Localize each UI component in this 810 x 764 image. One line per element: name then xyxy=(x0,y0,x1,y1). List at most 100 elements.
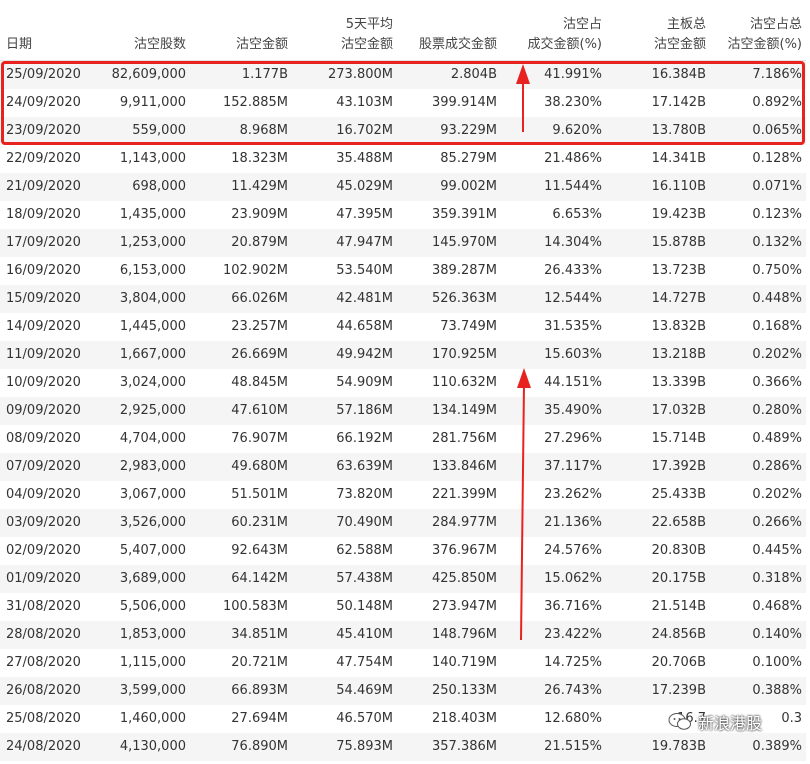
cell-5day-avg: 66.192M xyxy=(336,431,393,446)
table-row: 04/09/2020 3,067,000 51.501M 73.820M 221.399… xyxy=(0,481,806,509)
cell-5day-avg: 50.148M xyxy=(336,599,393,614)
cell-5day-avg: 45.410M xyxy=(336,627,393,642)
cell-turnover: 110.632M xyxy=(432,375,497,390)
cell-short-ratio: 36.716% xyxy=(544,599,602,614)
cell-board-amount: 17.392B xyxy=(651,459,706,474)
cell-turnover: 2.804B xyxy=(450,67,497,82)
cell-short-shares: 1,115,000 xyxy=(119,655,186,670)
cell-board-amount: 19.783B xyxy=(651,739,706,754)
cell-board-ratio: 0.445% xyxy=(752,543,802,558)
cell-short-shares: 4,130,000 xyxy=(119,739,186,754)
cell-date: 14/09/2020 xyxy=(6,319,81,334)
cell-short-shares: 3,024,000 xyxy=(119,375,186,390)
cell-board-amount: 17.239B xyxy=(651,683,706,698)
cell-5day-avg: 35.488M xyxy=(336,151,393,166)
cell-board-amount: 15.714B xyxy=(651,431,706,446)
cell-5day-avg: 63.639M xyxy=(336,459,393,474)
cell-short-amount: 102.902M xyxy=(223,263,288,278)
cell-date: 31/08/2020 xyxy=(6,599,81,614)
cell-short-amount: 27.694M xyxy=(231,711,288,726)
cell-board-ratio: 0.123% xyxy=(752,207,802,222)
cell-board-ratio: 0.128% xyxy=(752,151,802,166)
cell-turnover: 170.925M xyxy=(432,347,497,362)
cell-turnover: 133.846M xyxy=(432,459,497,474)
table-row: 17/09/2020 1,253,000 20.879M 47.947M 145.970… xyxy=(0,229,806,257)
cell-short-amount: 64.142M xyxy=(231,571,288,586)
cell-5day-avg: 57.186M xyxy=(336,403,393,418)
table-row: 14/09/2020 1,445,000 23.257M 44.658M 73.749M… xyxy=(0,313,806,341)
table-header: 日期 沽空股数 沽空金额 5天平均 沽空金额 股票成交金额 沽空占 成交金额(%) … xyxy=(0,0,806,61)
cell-short-ratio: 21.136% xyxy=(544,515,602,530)
cell-date: 26/08/2020 xyxy=(6,683,81,698)
cell-short-ratio: 41.991% xyxy=(544,67,602,82)
cell-board-amount: 17.142B xyxy=(651,95,706,110)
header-short-ratio: 沽空占 成交金额(%) xyxy=(527,17,603,52)
cell-short-shares: 1,253,000 xyxy=(119,235,186,250)
cell-short-ratio: 26.743% xyxy=(544,683,602,698)
cell-5day-avg: 54.909M xyxy=(336,375,393,390)
table-row: 07/09/2020 2,983,000 49.680M 63.639M 133.846… xyxy=(0,453,806,481)
cell-board-amount: 20.175B xyxy=(651,571,706,586)
cell-short-amount: 20.879M xyxy=(231,235,288,250)
cell-short-shares: 698,000 xyxy=(132,179,186,194)
cell-short-amount: 92.643M xyxy=(231,543,288,558)
table-row: 15/09/2020 3,804,000 66.026M 42.481M 526.363… xyxy=(0,285,806,313)
short-selling-table: 日期 沽空股数 沽空金额 5天平均 沽空金额 股票成交金额 沽空占 成交金额(%) … xyxy=(0,0,806,761)
cell-turnover: 221.399M xyxy=(432,487,497,502)
cell-5day-avg: 43.103M xyxy=(336,95,393,110)
cell-short-ratio: 21.486% xyxy=(544,151,602,166)
cell-date: 24/09/2020 xyxy=(6,95,81,110)
cell-date: 07/09/2020 xyxy=(6,459,81,474)
cell-short-ratio: 12.680% xyxy=(544,711,602,726)
cell-turnover: 250.133M xyxy=(432,683,497,698)
cell-board-ratio: 0.892% xyxy=(752,95,802,110)
cell-board-amount: 24.856B xyxy=(651,627,706,642)
cell-5day-avg: 273.800M xyxy=(328,67,393,82)
cell-date: 03/09/2020 xyxy=(6,515,81,530)
table-row: 18/09/2020 1,435,000 23.909M 47.395M 359.391… xyxy=(0,201,806,229)
cell-short-shares: 3,804,000 xyxy=(119,291,186,306)
table-row: 31/08/2020 5,506,000 100.583M 50.148M 273.94… xyxy=(0,593,806,621)
header-turnover: 股票成交金额 xyxy=(418,37,497,52)
cell-short-shares: 559,000 xyxy=(132,123,186,138)
cell-date: 18/09/2020 xyxy=(6,207,81,222)
table-row: 11/09/2020 1,667,000 26.669M 49.942M 170.925… xyxy=(0,341,806,369)
cell-date: 02/09/2020 xyxy=(6,543,81,558)
cell-board-ratio: 0.318% xyxy=(752,571,802,586)
table-row: 01/09/2020 3,689,000 64.142M 57.438M 425.850… xyxy=(0,565,806,593)
cell-short-shares: 1,435,000 xyxy=(119,207,186,222)
cell-board-amount: 25.433B xyxy=(651,487,706,502)
cell-short-ratio: 9.620% xyxy=(552,123,602,138)
cell-short-ratio: 26.433% xyxy=(544,263,602,278)
cell-short-amount: 51.501M xyxy=(231,487,288,502)
cell-board-amount: 14.727B xyxy=(651,291,706,306)
cell-board-amount: 22.658B xyxy=(651,515,706,530)
cell-turnover: 425.850M xyxy=(432,571,497,586)
cell-board-ratio: 0.266% xyxy=(752,515,802,530)
cell-5day-avg: 47.947M xyxy=(336,235,393,250)
table-row: 24/08/2020 4,130,000 76.890M 75.893M 357.386… xyxy=(0,733,806,761)
cell-board-amount: 16.110B xyxy=(651,179,706,194)
header-short-shares: 沽空股数 xyxy=(133,37,186,52)
cell-board-ratio: 0.389% xyxy=(752,739,802,754)
cell-short-shares: 3,526,000 xyxy=(119,515,186,530)
cell-short-ratio: 21.515% xyxy=(544,739,602,754)
cell-date: 24/08/2020 xyxy=(6,739,81,754)
table-row: 02/09/2020 5,407,000 92.643M 62.588M 376.967… xyxy=(0,537,806,565)
cell-short-amount: 76.890M xyxy=(231,739,288,754)
cell-short-amount: 66.893M xyxy=(231,683,288,698)
cell-short-amount: 100.583M xyxy=(223,599,288,614)
cell-date: 04/09/2020 xyxy=(6,487,81,502)
cell-board-ratio: 0.100% xyxy=(752,655,802,670)
cell-turnover: 93.229M xyxy=(440,123,497,138)
cell-short-amount: 47.610M xyxy=(231,403,288,418)
cell-board-ratio: 7.186% xyxy=(752,67,802,82)
cell-5day-avg: 54.469M xyxy=(336,683,393,698)
cell-date: 28/08/2020 xyxy=(6,627,81,642)
cell-turnover: 357.386M xyxy=(432,739,497,754)
cell-5day-avg: 62.588M xyxy=(336,543,393,558)
cell-board-ratio: 0.280% xyxy=(752,403,802,418)
cell-5day-avg: 73.820M xyxy=(336,487,393,502)
cell-short-amount: 48.845M xyxy=(231,375,288,390)
cell-short-shares: 2,925,000 xyxy=(119,403,186,418)
